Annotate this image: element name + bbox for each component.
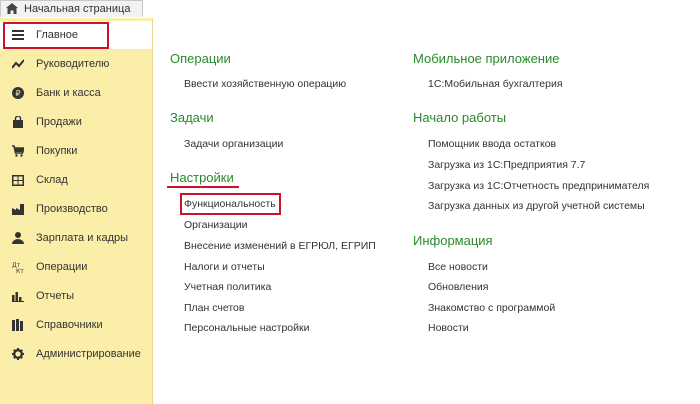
sidebar-item-reports[interactable]: Отчеты — [0, 282, 152, 310]
svg-text:Кт: Кт — [16, 268, 24, 273]
sidebar-item-label: Администрирование — [36, 348, 141, 360]
section-title-settings: Настройки — [170, 170, 234, 185]
section-title-info: Информация — [413, 233, 493, 248]
main-content: Операции Ввести хозяйственную операцию З… — [153, 18, 700, 404]
link-functionality[interactable]: Функциональность — [184, 198, 276, 210]
section-title-start: Начало работы — [413, 110, 507, 125]
sidebar-item-label: Главное — [36, 29, 79, 41]
home-tab-label: Начальная страница — [24, 2, 131, 15]
sidebar-item-label: Отчеты — [36, 290, 75, 302]
link-taxes-reports[interactable]: Налоги и отчеты — [184, 261, 265, 273]
person-icon — [12, 232, 24, 244]
link-updates[interactable]: Обновления — [428, 281, 488, 293]
link-load-1c77[interactable]: Загрузка из 1С:Предприятия 7.7 — [428, 159, 585, 171]
sidebar-item-operations[interactable]: Дт Кт Операции — [0, 253, 152, 281]
sidebar-item-references[interactable]: Справочники — [0, 311, 152, 339]
factory-icon — [12, 203, 24, 215]
sidebar-item-label: Производство — [36, 203, 108, 215]
svg-text:₽: ₽ — [15, 89, 20, 98]
sidebar-item-label: Покупки — [36, 145, 78, 157]
link-accounting-policy[interactable]: Учетная политика — [184, 281, 271, 293]
sidebar-item-warehouse[interactable]: Склад — [0, 166, 152, 194]
dt-kt-icon: Дт Кт — [12, 261, 24, 273]
link-org-tasks[interactable]: Задачи организации — [184, 138, 283, 150]
sidebar-item-manager[interactable]: Руководителю — [0, 50, 152, 78]
sidebar-item-admin[interactable]: Администрирование — [0, 340, 152, 368]
sidebar-item-label: Операции — [36, 261, 88, 273]
sidebar-item-purchases[interactable]: Покупки — [0, 137, 152, 165]
settings-underline — [167, 186, 239, 188]
link-all-news[interactable]: Все новости — [428, 261, 488, 273]
cart-icon — [12, 145, 24, 157]
bag-icon — [12, 116, 24, 128]
link-load-1c-reporting[interactable]: Загрузка из 1С:Отчетность предпринимател… — [428, 180, 649, 192]
sidebar-item-sales[interactable]: Продажи — [0, 108, 152, 136]
link-load-other-system[interactable]: Загрузка данных из другой учетной систем… — [428, 200, 645, 212]
sidebar-item-label: Справочники — [36, 319, 103, 331]
home-icon — [6, 3, 18, 14]
sidebar-item-label: Зарплата и кадры — [36, 232, 129, 244]
bar-chart-icon — [12, 290, 24, 302]
link-chart-of-accounts[interactable]: План счетов — [184, 302, 244, 314]
chart-line-icon — [12, 58, 24, 70]
link-mobile-accounting[interactable]: 1С:Мобильная бухгалтерия — [428, 78, 563, 90]
menu-icon — [12, 29, 24, 41]
sidebar-item-label: Склад — [36, 174, 68, 186]
link-personal-settings[interactable]: Персональные настройки — [184, 322, 309, 334]
gear-icon — [12, 348, 24, 360]
warehouse-icon — [12, 174, 24, 186]
sidebar-item-salary[interactable]: Зарплата и кадры — [0, 224, 152, 252]
books-icon — [12, 319, 24, 331]
sidebar-item-production[interactable]: Производство — [0, 195, 152, 223]
sidebar-item-main[interactable]: Главное — [0, 21, 152, 49]
ruble-icon: ₽ — [12, 87, 24, 99]
section-title-tasks: Задачи — [170, 110, 214, 125]
link-enter-operation[interactable]: Ввести хозяйственную операцию — [184, 78, 346, 90]
link-balance-wizard[interactable]: Помощник ввода остатков — [428, 138, 556, 150]
section-title-mobile: Мобильное приложение — [413, 51, 560, 66]
sidebar-item-label: Продажи — [36, 116, 82, 128]
sidebar-item-bank[interactable]: ₽ Банк и касса — [0, 79, 152, 107]
section-title-operations: Операции — [170, 51, 231, 66]
sidebar: Главное Руководителю ₽ Банк и касса Прод… — [0, 18, 153, 404]
sidebar-item-label: Банк и касса — [36, 87, 101, 99]
link-organizations[interactable]: Организации — [184, 219, 248, 231]
sidebar-item-label: Руководителю — [36, 58, 110, 70]
tab-bar: Начальная страница — [0, 0, 700, 18]
link-egrul-changes[interactable]: Внесение изменений в ЕГРЮЛ, ЕГРИП — [184, 240, 376, 252]
home-tab[interactable]: Начальная страница — [0, 0, 143, 17]
link-news[interactable]: Новости — [428, 322, 469, 334]
link-intro-program[interactable]: Знакомство с программой — [428, 302, 555, 314]
